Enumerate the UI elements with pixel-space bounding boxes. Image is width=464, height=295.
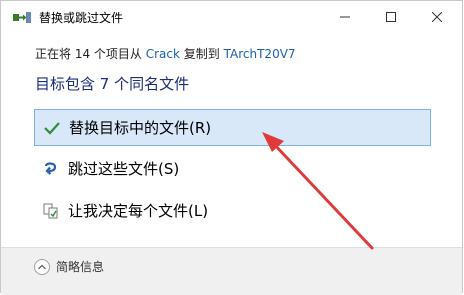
replace-skip-dialog: 替换或跳过文件 正在将 14 个项目从 Crack 复制到 TArchT20V7…	[0, 0, 463, 295]
replace-files-option[interactable]: 替换目标中的文件(R)	[34, 109, 431, 146]
fewer-details-toggle[interactable]: 简略信息	[34, 258, 104, 275]
source-folder-link[interactable]: Crack	[146, 47, 180, 61]
minimize-button[interactable]	[322, 1, 368, 32]
skip-files-option[interactable]: 跳过这些文件(S)	[34, 150, 431, 187]
status-prefix: 正在将 14 个项目从	[35, 47, 142, 61]
option-label: 跳过这些文件(S)	[68, 160, 180, 178]
conflict-heading: 目标包含 7 个同名文件	[35, 75, 190, 93]
maximize-button[interactable]	[368, 1, 414, 32]
file-copy-icon	[13, 10, 31, 24]
chevron-up-icon	[34, 258, 50, 275]
check-icon	[43, 119, 61, 137]
decide-icon	[42, 202, 60, 220]
close-button[interactable]	[414, 1, 460, 32]
option-label: 替换目标中的文件(R)	[69, 119, 212, 137]
decide-each-file-option[interactable]: 让我决定每个文件(L)	[34, 192, 431, 229]
copy-status-text: 正在将 14 个项目从 Crack 复制到 TArchT20V7	[35, 45, 296, 62]
title-bar: 替换或跳过文件	[1, 1, 462, 33]
option-label: 让我决定每个文件(L)	[68, 202, 209, 220]
dialog-footer: 简略信息	[1, 247, 462, 295]
window-title: 替换或跳过文件	[39, 11, 124, 25]
details-label: 简略信息	[56, 260, 105, 274]
skip-icon	[42, 160, 60, 178]
destination-folder-link[interactable]: TArchT20V7	[224, 47, 296, 61]
status-middle: 复制到	[183, 47, 220, 61]
